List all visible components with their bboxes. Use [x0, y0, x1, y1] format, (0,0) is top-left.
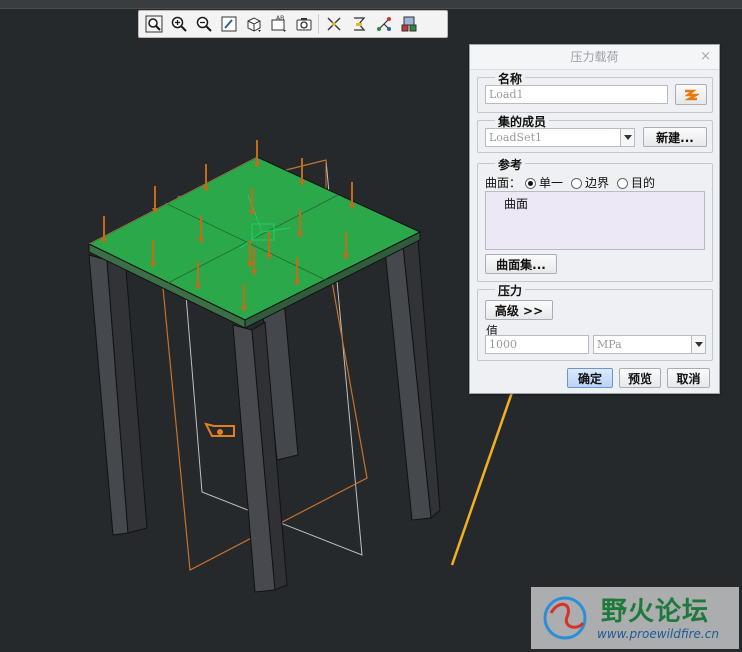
top-bar [0, 0, 742, 9]
pressure-unit-select[interactable]: MPa [593, 335, 706, 354]
toolbar-separator [318, 14, 319, 34]
radio-boundary-label: 边界 [585, 176, 610, 190]
zoom-fit-button[interactable] [142, 13, 165, 36]
camera-icon [296, 18, 311, 31]
watermark: 野火论坛 www.proewildfire.cn [531, 587, 739, 649]
reference-group-title: 参考 [495, 156, 526, 173]
pressure-load-dialog: 压力载荷 × 名称 Load1 集的成员 LoadSet1 新建... 参考 曲… [469, 44, 720, 394]
ok-button[interactable]: 确定 [567, 368, 613, 388]
reference-type-row: 曲面： 单一 边界 目的 [485, 174, 655, 191]
load-set-value: LoadSet1 [489, 131, 542, 144]
pressure-value-input[interactable]: 1000 [485, 335, 589, 354]
radio-intent-label: 目的 [631, 176, 656, 190]
preview-button[interactable]: 预览 [619, 368, 661, 388]
load-tag-icon [204, 422, 235, 437]
saved-views-icon: AB [271, 15, 286, 32]
new-set-button[interactable]: 新建... [643, 127, 707, 147]
zoom-in-button[interactable] [167, 13, 190, 36]
leg-left [88, 254, 148, 536]
watermark-url: www.proewildfire.cn [597, 627, 719, 641]
color-picker-button[interactable] [675, 84, 707, 105]
load-set-select[interactable]: LoadSet1 [485, 128, 635, 147]
datum-points-button[interactable] [372, 13, 395, 36]
view-toolbar: AB [138, 10, 448, 38]
load-color-icon [684, 89, 699, 100]
datum-axes-icon [353, 17, 365, 31]
close-icon[interactable]: × [700, 45, 711, 69]
zoom-fit-icon [145, 15, 162, 33]
coord-systems-icon [401, 16, 416, 32]
datum-planes-icon [327, 17, 340, 31]
radio-single-label: 单一 [539, 176, 564, 190]
repaint-button[interactable] [217, 13, 240, 36]
pressure-group-title: 压力 [495, 282, 526, 299]
datum-points-icon [376, 17, 391, 31]
chevron-down-icon[interactable] [691, 336, 705, 353]
surface-set-button[interactable]: 曲面集... [485, 254, 557, 274]
zoom-out-button[interactable] [192, 13, 215, 36]
leg-right [384, 239, 441, 521]
datum-axes-button[interactable] [347, 13, 370, 36]
display-style-button[interactable] [242, 13, 265, 36]
radio-intent[interactable] [617, 178, 629, 189]
zoom-in-icon [171, 16, 187, 32]
plate [87, 156, 422, 329]
pressure-group: 压力 高级 >> 值 1000 MPa [477, 282, 713, 361]
saved-views-button[interactable]: AB [267, 13, 290, 36]
datum-planes-button[interactable] [322, 13, 345, 36]
pressure-unit-value: MPa [597, 338, 622, 351]
radio-single[interactable] [525, 178, 537, 189]
coord-systems-button[interactable] [397, 13, 420, 36]
reference-list-item[interactable]: 曲面 [504, 195, 528, 212]
dialog-title: 压力载荷 [570, 50, 619, 64]
reference-group: 参考 曲面： 单一 边界 目的 曲面 曲面集... [477, 156, 713, 282]
load-name-input[interactable]: Load1 [485, 85, 668, 104]
repaint-icon [221, 16, 236, 32]
view-manager-button[interactable] [292, 13, 315, 36]
reference-list[interactable]: 曲面 [485, 191, 705, 250]
dialog-title-bar: 压力载荷 × [470, 45, 719, 70]
zoom-out-icon [196, 16, 212, 32]
advanced-button[interactable]: 高级 >> [485, 300, 553, 320]
svg-text:AB: AB [276, 15, 284, 22]
cancel-button[interactable]: 取消 [667, 368, 710, 388]
watermark-title: 野火论坛 [601, 597, 710, 627]
radio-boundary[interactable] [571, 178, 583, 189]
forum-logo-icon [543, 596, 587, 640]
name-group: 名称 Load1 [477, 70, 713, 113]
reference-type-label: 曲面： [485, 176, 522, 190]
cube-icon [247, 17, 261, 32]
chevron-down-icon[interactable] [620, 129, 634, 146]
load-set-group: 集的成员 LoadSet1 新建... [477, 113, 713, 153]
